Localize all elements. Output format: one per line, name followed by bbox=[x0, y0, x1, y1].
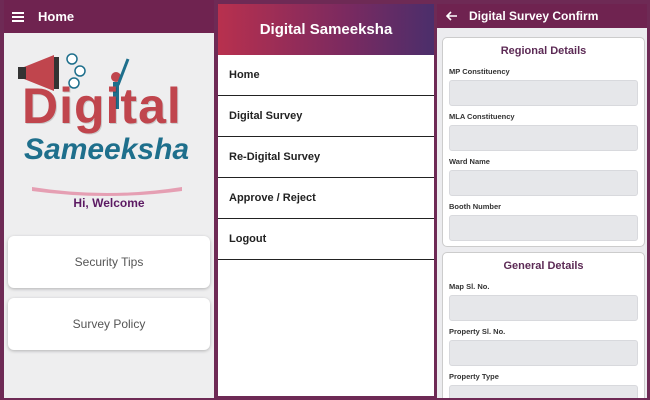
hamburger-icon[interactable] bbox=[4, 11, 32, 22]
drawer-item-home[interactable]: Home bbox=[218, 55, 434, 96]
booth-number-field[interactable] bbox=[449, 215, 638, 241]
drawer-header: Digital Sameeksha bbox=[218, 4, 434, 55]
confirm-title: Digital Survey Confirm bbox=[469, 9, 599, 23]
field-label-property-type: Property Type bbox=[449, 372, 499, 381]
field-label-mla-constituency: MLA Constituency bbox=[449, 112, 515, 121]
home-app-bar: Home bbox=[4, 0, 214, 33]
survey-confirm-screen: Digital Survey Confirm Regional Details … bbox=[437, 4, 647, 398]
field-label-map-sl-no: Map Sl. No. bbox=[449, 282, 490, 291]
regional-details-section: Regional Details MP Constituency MLA Con… bbox=[442, 37, 645, 247]
property-type-field[interactable] bbox=[449, 385, 638, 398]
navigation-drawer: Digital Sameeksha Home Digital Survey Re… bbox=[218, 4, 434, 396]
section-title: Regional Details bbox=[500, 45, 587, 57]
field-label-property-sl-no: Property Sl. No. bbox=[449, 327, 506, 336]
drawer-item-re-digital-survey[interactable]: Re-Digital Survey bbox=[218, 137, 434, 178]
arrow-left-icon[interactable] bbox=[437, 9, 465, 24]
logo-text-sameeksha: Sameeksha bbox=[24, 133, 190, 166]
drawer-item-approve-reject[interactable]: Approve / Reject bbox=[218, 178, 434, 219]
drawer-item-digital-survey[interactable]: Digital Survey bbox=[218, 96, 434, 137]
home-title: Home bbox=[38, 9, 75, 24]
security-tips-card[interactable]: Security Tips bbox=[8, 236, 210, 288]
field-label-mp-constituency: MP Constituency bbox=[449, 67, 510, 76]
welcome-text: Hi, Welcome bbox=[73, 196, 145, 210]
ward-name-field[interactable] bbox=[449, 170, 638, 196]
field-label-ward-name: Ward Name bbox=[449, 157, 490, 166]
field-label-booth-number: Booth Number bbox=[449, 202, 502, 211]
home-screen: Home Digital Sameeksha Hi, Welcome Secur… bbox=[4, 0, 214, 398]
survey-policy-card[interactable]: Survey Policy bbox=[8, 298, 210, 350]
section-title: General Details bbox=[503, 260, 584, 272]
confirm-app-bar: Digital Survey Confirm bbox=[437, 4, 647, 28]
app-logo: Digital Sameeksha bbox=[4, 39, 214, 196]
property-sl-no-field[interactable] bbox=[449, 340, 638, 366]
map-sl-no-field[interactable] bbox=[449, 295, 638, 321]
mp-constituency-field[interactable] bbox=[449, 80, 638, 106]
general-details-section: General Details Map Sl. No. Property Sl.… bbox=[442, 252, 645, 398]
drawer-item-logout[interactable]: Logout bbox=[218, 219, 434, 260]
logo-text-digital: Digital bbox=[22, 78, 182, 134]
mla-constituency-field[interactable] bbox=[449, 125, 638, 151]
